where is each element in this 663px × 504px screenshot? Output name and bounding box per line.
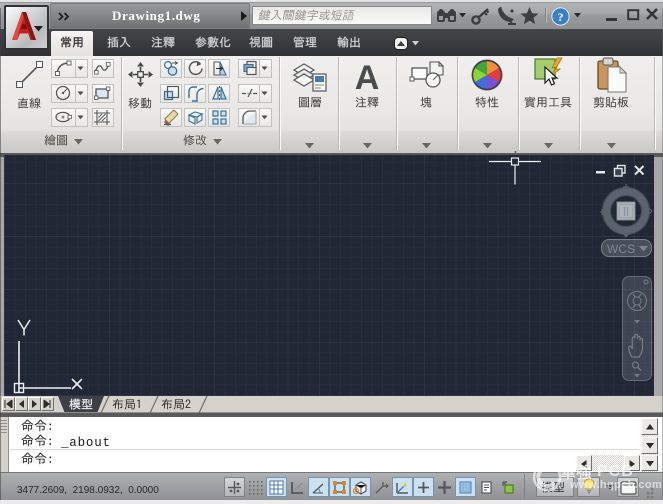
svg-text:Drawing1.dwg: Drawing1.dwg (112, 8, 200, 23)
svg-text:WCS: WCS (607, 242, 635, 256)
svg-text:?: ? (558, 10, 564, 24)
svg-text:A: A (355, 59, 380, 94)
